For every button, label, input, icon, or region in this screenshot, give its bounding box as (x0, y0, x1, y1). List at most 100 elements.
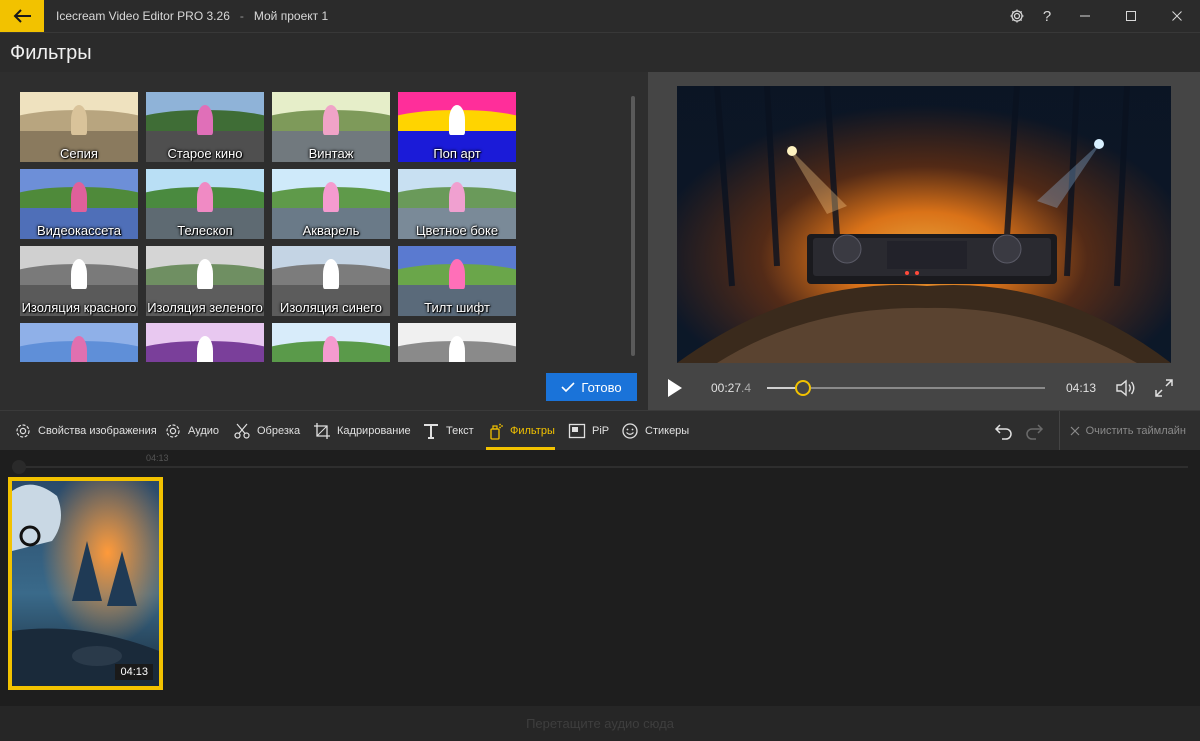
undo-button[interactable] (989, 411, 1019, 451)
redo-icon (1025, 424, 1043, 440)
tool-filters[interactable]: Фильтры (486, 411, 555, 451)
maximize-icon (1126, 11, 1136, 21)
filter-tile[interactable]: Сепия (20, 92, 138, 162)
scissors-icon (234, 423, 250, 439)
undo-icon (994, 424, 1012, 440)
fullscreen-icon[interactable] (1154, 378, 1174, 398)
video-frame-image (677, 86, 1171, 363)
filter-label: Поп арт (433, 146, 481, 161)
timeline: 04:13 04:13 Перетащите аудио сюда (0, 450, 1200, 741)
thumbnail-shape (323, 104, 339, 135)
close-icon (1070, 426, 1079, 436)
filter-tile[interactable]: Изоляция синего (272, 246, 390, 316)
thumbnail-shape (197, 258, 213, 289)
filter-tile[interactable]: Старое кино (146, 92, 264, 162)
filter-label: Винтаж (308, 146, 354, 161)
thumbnail-shape (71, 335, 87, 362)
pip-icon (568, 423, 586, 439)
thumbnail-shape (197, 104, 213, 135)
filters-scrollbar[interactable] (631, 96, 635, 356)
filter-label: Цветное боке (415, 223, 499, 238)
thumbnail-shape (71, 104, 87, 135)
filter-tile[interactable]: Поп арт (398, 92, 516, 162)
filter-tile[interactable]: Телескоп (146, 169, 264, 239)
check-icon (561, 382, 575, 393)
clear-timeline-button[interactable]: Очистить таймлайн (1058, 411, 1200, 451)
audio-settings-icon (166, 424, 180, 438)
filter-label: Видеокассета (36, 223, 122, 238)
filter-tile[interactable] (398, 323, 516, 362)
window-controls: ? (1002, 0, 1200, 32)
audio-drop-zone[interactable]: Перетащите аудио сюда (0, 706, 1200, 741)
filter-tile[interactable]: Изоляция зеленого (146, 246, 264, 316)
thumbnail-shape (449, 181, 465, 212)
filter-tile[interactable]: Винтаж (272, 92, 390, 162)
filter-label: Изоляция синего (280, 300, 382, 315)
tool-trim[interactable]: Обрезка (233, 411, 300, 451)
tool-audio[interactable]: Аудио (164, 411, 219, 451)
tool-crop[interactable]: Кадрирование (313, 411, 411, 451)
close-button[interactable] (1154, 0, 1200, 32)
tool-label: Стикеры (645, 425, 690, 437)
filter-tile[interactable]: Цветное боке (398, 169, 516, 239)
tool-label: Аудио (188, 425, 220, 437)
playhead-handle[interactable] (12, 460, 26, 474)
done-button[interactable]: Готово (546, 373, 637, 401)
filter-label: Изоляция красного (21, 300, 137, 315)
video-clip[interactable]: 04:13 (8, 477, 163, 690)
filter-thumbnail (272, 323, 390, 362)
timeline-ruler: 04:13 (0, 450, 1200, 474)
redo-button[interactable] (1019, 411, 1049, 451)
minimize-button[interactable] (1062, 0, 1108, 32)
thumbnail-shape (449, 104, 465, 135)
done-button-label: Готово (581, 379, 622, 395)
tool-label: Текст (446, 425, 474, 437)
seek-slider[interactable] (767, 380, 1045, 396)
app-window: Icecream Video Editor PRO 3.26 - Мой про… (0, 0, 1200, 741)
filter-label: Старое кино (167, 146, 243, 161)
ruler-track (12, 466, 1188, 468)
seek-handle[interactable] (795, 380, 812, 396)
filter-label: Тилт шифт (424, 300, 490, 315)
close-icon (1172, 11, 1182, 21)
filter-tile[interactable]: Изоляция красного (20, 246, 138, 316)
ruler-time-label: 04:13 (146, 453, 169, 463)
tool-label: PiP (592, 425, 610, 437)
filter-thumbnail (398, 323, 516, 362)
settings-button[interactable] (1002, 0, 1032, 32)
thumbnail-shape (323, 181, 339, 212)
thumbnail-shape (197, 181, 213, 212)
tool-label: Обрезка (257, 425, 301, 437)
play-icon[interactable] (666, 378, 684, 398)
tool-text[interactable]: Текст (422, 411, 474, 451)
volume-icon[interactable] (1114, 377, 1136, 399)
back-button[interactable] (0, 0, 44, 32)
minimize-icon (1080, 15, 1090, 17)
filter-label: Сепия (60, 146, 98, 161)
tool-stickers[interactable]: Стикеры (621, 411, 689, 451)
thumbnail-shape (449, 258, 465, 289)
project-title: Мой проект 1 (253, 9, 329, 23)
help-button[interactable]: ? (1032, 0, 1062, 32)
maximize-button[interactable] (1108, 0, 1154, 32)
filter-tile[interactable] (272, 323, 390, 362)
filter-tile[interactable]: Акварель (272, 169, 390, 239)
filter-label: Телескоп (177, 223, 233, 238)
filter-grid: Сепия Старое кино Винтаж Поп арт Видеокассет… (20, 92, 520, 362)
clip-thumbnail (12, 481, 159, 686)
filter-tile[interactable]: Видеокассета (20, 169, 138, 239)
filter-thumbnail (20, 323, 138, 362)
tool-image-properties[interactable]: Свойства изображения (14, 411, 157, 451)
thumbnail-shape (323, 258, 339, 289)
filter-tile[interactable] (20, 323, 138, 362)
image-settings-icon (16, 424, 30, 438)
tool-pip[interactable]: PiP (568, 411, 609, 451)
text-icon (424, 424, 438, 439)
arrow-left-icon (13, 9, 31, 23)
filter-label: Изоляция зеленого (147, 300, 263, 315)
video-preview[interactable] (677, 86, 1171, 363)
tool-label: Кадрирование (337, 425, 411, 437)
current-time: 00:27.4 (711, 381, 752, 395)
filter-tile[interactable] (146, 323, 264, 362)
filter-tile[interactable]: Тилт шифт (398, 246, 516, 316)
